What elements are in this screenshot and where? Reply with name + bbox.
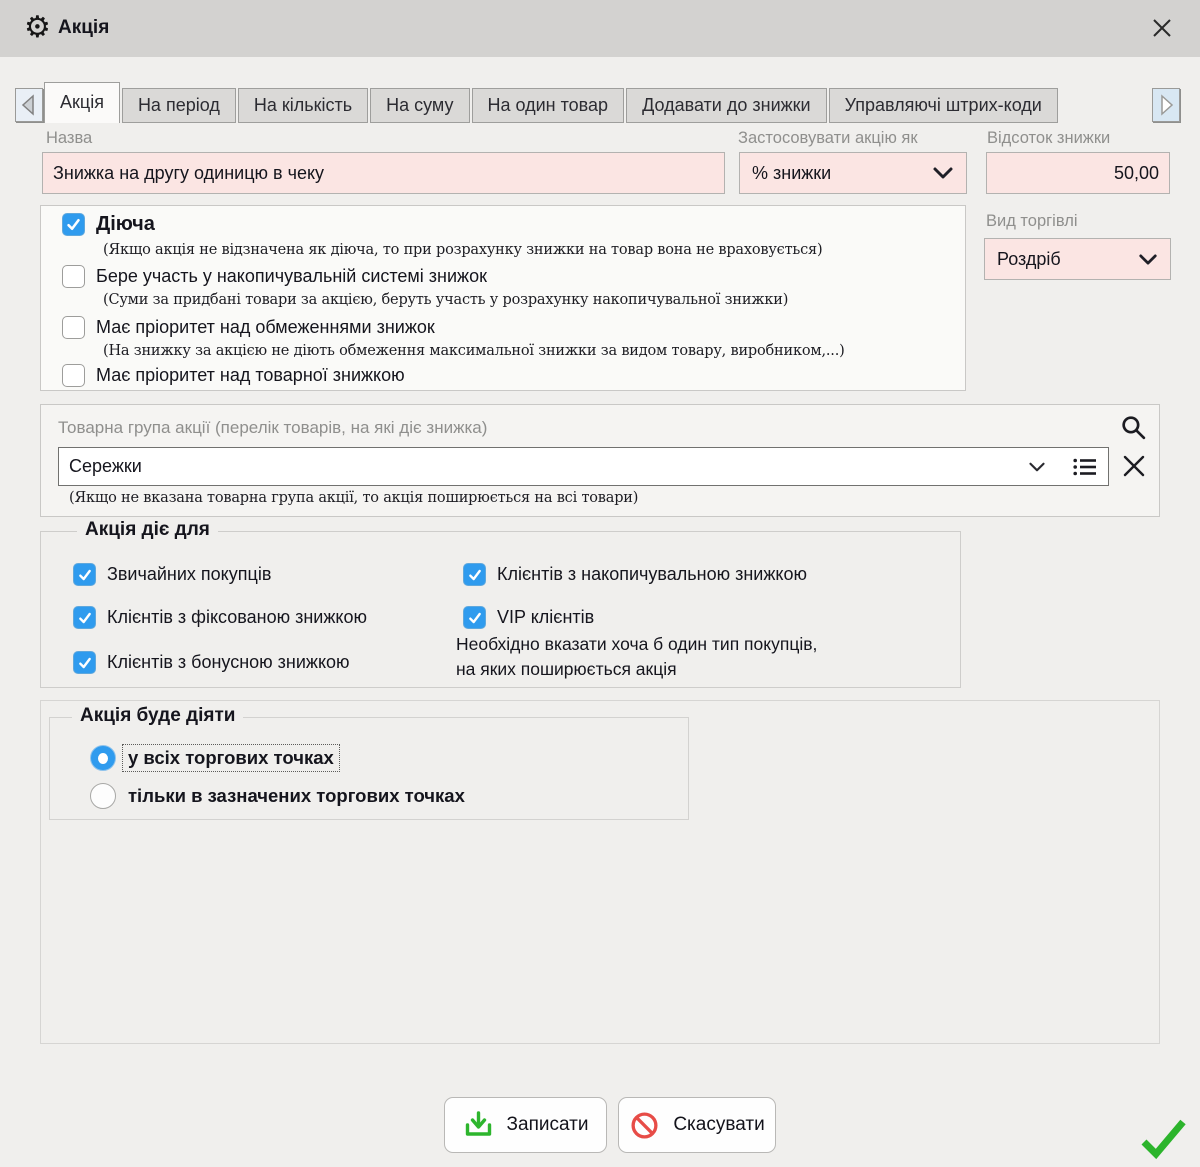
applies-to-legend: Акція діє для <box>77 519 218 541</box>
save-button-label: Записати <box>507 1114 589 1136</box>
checkbox-regular-buyers-label: Звичайних покупців <box>107 564 271 585</box>
search-icon[interactable] <box>1119 413 1148 442</box>
scroll-right-icon <box>1155 92 1177 118</box>
tab-dodavaty-do-znyzhky[interactable]: Додавати до знижки <box>626 88 827 123</box>
checkbox-cumulative-system-label: Бере участь у накопичувальній системі зн… <box>96 266 487 287</box>
radio-all-outlets-control <box>90 745 116 771</box>
product-group-panel: Товарна група акції (перелік товарів, на… <box>40 404 1160 517</box>
save-download-icon <box>463 1110 494 1140</box>
percent-input[interactable] <box>986 152 1170 194</box>
chevron-down-icon[interactable] <box>1028 461 1046 473</box>
tab-na-kilkist[interactable]: На кількість <box>238 88 368 123</box>
radio-selected-outlets-control <box>90 783 116 809</box>
checkbox-vip-clients[interactable]: VIP клієнтів <box>463 606 594 629</box>
tabs-scroll-left-button[interactable] <box>15 88 43 122</box>
radio-all-outlets-label: у всіх торгових точках <box>123 745 339 771</box>
valid-check-icon <box>1137 1114 1189 1162</box>
radio-selected-outlets[interactable]: тільки в зазначених торгових точках <box>90 783 470 809</box>
applies-to-group: Акція діє для Звичайних покупців Клієнті… <box>40 531 961 688</box>
tab-na-period[interactable]: На період <box>122 88 236 123</box>
scroll-left-icon <box>18 92 40 118</box>
title-bar: ⚙ Акція <box>0 0 1200 57</box>
tab-na-sumu[interactable]: На суму <box>370 88 469 123</box>
checkbox-priority-over-limits-box <box>62 316 85 339</box>
flags-panel: Діюча (Якщо акція не відзначена як діюча… <box>40 205 966 391</box>
checkbox-priority-over-limits-note: (На знижку за акцією не діють обмеження … <box>103 343 845 359</box>
product-group-combobox[interactable]: Сережки <box>58 447 1109 486</box>
gear-icon: ⚙ <box>24 11 51 45</box>
checkbox-active-note: (Якщо акція не відзначена як діюча, то п… <box>103 242 822 258</box>
clear-x-icon[interactable] <box>1120 452 1148 480</box>
tab-na-odyn-tovar[interactable]: На один товар <box>472 88 625 123</box>
window-title: Акція <box>58 17 109 39</box>
trade-type-select[interactable]: Роздріб <box>984 238 1171 280</box>
checkbox-bonus-discount-clients-box <box>73 651 96 674</box>
apply-as-select[interactable]: % знижки <box>739 152 967 194</box>
checkbox-cumulative-system[interactable]: Бере участь у накопичувальній системі зн… <box>62 265 487 288</box>
scope-panel: Акція буде діяти у всіх торгових точках … <box>40 700 1160 1044</box>
chevron-down-icon <box>1138 253 1158 266</box>
close-icon[interactable] <box>1150 16 1174 40</box>
checkbox-priority-over-limits[interactable]: Має пріоритет над обмеженнями знижок <box>62 316 435 339</box>
tab-upravlyayuchi-shtryh-kody[interactable]: Управляючі штрих-коди <box>829 88 1058 123</box>
checkbox-cumulative-discount-clients-label: Клієнтів з накопичувальною знижкою <box>497 564 807 585</box>
checkbox-priority-over-limits-label: Має пріоритет над обмеженнями знижок <box>96 317 435 338</box>
checkbox-cumulative-system-box <box>62 265 85 288</box>
checkbox-cumulative-system-note: (Суми за придбані товари за акцією, беру… <box>103 292 788 308</box>
checkbox-fixed-discount-clients-box <box>73 606 96 629</box>
trade-type-value: Роздріб <box>997 249 1138 270</box>
apply-as-value: % знижки <box>752 163 932 184</box>
checkbox-active-label: Діюча <box>96 213 155 236</box>
applies-to-hint-line1: Необхідно вказати хоча б один тип покупц… <box>456 634 817 655</box>
checkbox-bonus-discount-clients[interactable]: Клієнтів з бонусною знижкою <box>73 651 350 674</box>
radio-all-outlets[interactable]: у всіх торгових точках <box>90 745 339 771</box>
checkbox-priority-over-product-discount[interactable]: Має пріоритет над товарної знижкою <box>62 364 405 387</box>
promotion-dialog: ⚙ Акція Акція На період На кількість На … <box>0 0 1200 1167</box>
scope-legend: Акція буде діяти <box>72 705 243 727</box>
product-group-note: (Якщо не вказана товарна група акції, то… <box>69 490 638 506</box>
checkbox-priority-over-product-discount-label: Має пріоритет над товарної знижкою <box>96 365 405 386</box>
checkbox-active[interactable]: Діюча <box>62 213 155 236</box>
scope-group: Акція буде діяти у всіх торгових точках … <box>49 717 689 820</box>
percent-label: Відсоток знижки <box>987 129 1110 148</box>
name-input[interactable] <box>42 152 725 194</box>
applies-to-hint-line2: на яких поширюється акція <box>456 659 677 680</box>
tabs-scroll-right-button[interactable] <box>1152 88 1180 122</box>
checkbox-bonus-discount-clients-label: Клієнтів з бонусною знижкою <box>107 652 350 673</box>
apply-as-label: Застосовувати акцію як <box>738 129 918 148</box>
checkbox-regular-buyers-box <box>73 563 96 586</box>
tab-akciya[interactable]: Акція <box>44 82 120 123</box>
product-group-label: Товарна група акції (перелік товарів, на… <box>58 418 487 438</box>
checkbox-vip-clients-label: VIP клієнтів <box>497 607 594 628</box>
checkbox-active-box <box>62 213 85 236</box>
name-label: Назва <box>46 129 92 148</box>
checkbox-cumulative-discount-clients-box <box>463 563 486 586</box>
cancel-prohibit-icon <box>629 1110 660 1141</box>
product-group-value: Сережки <box>69 456 1028 477</box>
cancel-button-label: Скасувати <box>673 1114 764 1136</box>
checkbox-fixed-discount-clients-label: Клієнтів з фіксованою знижкою <box>107 607 367 628</box>
save-button[interactable]: Записати <box>444 1097 607 1153</box>
checkbox-regular-buyers[interactable]: Звичайних покупців <box>73 563 271 586</box>
list-picker-icon[interactable] <box>1072 456 1098 478</box>
tab-bar: Акція На період На кількість На суму На … <box>44 85 1060 123</box>
checkbox-vip-clients-box <box>463 606 486 629</box>
trade-type-label: Вид торгівлі <box>986 212 1078 231</box>
cancel-button[interactable]: Скасувати <box>618 1097 776 1153</box>
checkbox-fixed-discount-clients[interactable]: Клієнтів з фіксованою знижкою <box>73 606 367 629</box>
checkbox-cumulative-discount-clients[interactable]: Клієнтів з накопичувальною знижкою <box>463 563 807 586</box>
checkbox-priority-over-product-discount-box <box>62 364 85 387</box>
chevron-down-icon <box>932 166 954 180</box>
radio-selected-outlets-label: тільки в зазначених торгових точках <box>123 783 470 809</box>
